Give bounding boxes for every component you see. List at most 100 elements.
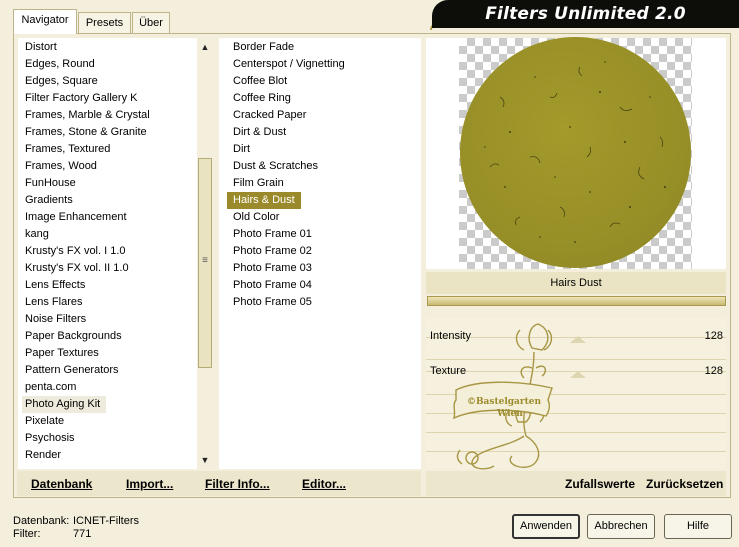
import-label: Import... (126, 477, 174, 491)
category-item[interactable]: Pattern Generators (18, 362, 197, 379)
category-item-label: Psychosis (25, 432, 75, 444)
filter-item-label: Coffee Ring (233, 92, 291, 104)
category-item-label: Image Enhancement (25, 211, 127, 223)
filter-item-label: Photo Frame 01 (233, 228, 312, 240)
tab-presets[interactable]: Presets (78, 12, 131, 33)
category-item[interactable]: FunHouse (18, 175, 197, 192)
category-item[interactable]: Frames, Textured (18, 141, 197, 158)
import-button[interactable]: Import... (126, 476, 173, 492)
filter-item[interactable]: Photo Frame 02 (227, 243, 421, 260)
filter-item[interactable]: Dust & Scratches (227, 158, 421, 175)
db-value: ICNET-Filters (73, 515, 139, 527)
filter-item[interactable]: Dirt & Dust (227, 124, 421, 141)
filter-item-label: Dust & Scratches (233, 160, 318, 172)
category-item-label: Filter Factory Gallery K (25, 92, 138, 104)
category-item[interactable]: Frames, Marble & Crystal (18, 107, 197, 124)
category-item[interactable]: Pixelate (18, 413, 197, 430)
db-label: Datenbank: (13, 515, 70, 527)
category-item[interactable]: Frames, Stone & Granite (18, 124, 197, 141)
filter-item[interactable]: Photo Frame 03 (227, 260, 421, 277)
filter-item[interactable]: Photo Frame 05 (227, 294, 421, 311)
filter-item-label: Photo Frame 02 (233, 245, 312, 257)
app-title: Filters Unlimited 2.0 (432, 0, 739, 28)
category-item-label: Pattern Generators (25, 364, 119, 376)
reset-button[interactable]: Zurücksetzen (646, 476, 723, 492)
category-item[interactable]: Psychosis (18, 430, 197, 447)
category-item[interactable]: Lens Flares (18, 294, 197, 311)
category-item-label: Frames, Wood (25, 160, 97, 172)
category-item[interactable]: Lens Effects (18, 277, 197, 294)
randomize-button[interactable]: Zufallswerte (565, 476, 635, 492)
filter-item[interactable]: Cracked Paper (227, 107, 421, 124)
category-item[interactable]: Krusty's FX vol. II 1.0 (18, 260, 197, 277)
category-item[interactable]: Edges, Round (18, 56, 197, 73)
category-item[interactable]: Distort (18, 39, 197, 56)
category-item[interactable]: kang (18, 226, 197, 243)
filter-info-label: Filter Info... (205, 477, 270, 491)
category-list[interactable]: Distort Edges, Round Edges, Square Filter F… (18, 38, 197, 469)
filter-item[interactable]: Photo Frame 04 (227, 277, 421, 294)
filter-item[interactable]: Coffee Blot (227, 73, 421, 90)
cancel-button[interactable]: Abbrechen (587, 514, 655, 539)
apply-button[interactable]: Anwenden (512, 514, 580, 539)
filter-item[interactable]: Dirt (227, 141, 421, 158)
watermark-line1: ©Bastelgarten (467, 397, 542, 407)
category-item-label: Paper Backgrounds (25, 330, 122, 342)
tab-navigator[interactable]: Navigator (13, 9, 77, 34)
watermark-logo: ©Bastelgarten Wien (452, 318, 572, 470)
filter-info-button[interactable]: Filter Info... (205, 476, 270, 492)
filter-item-label: Film Grain (233, 177, 284, 189)
filter-item[interactable]: Hairs & Dust (227, 192, 421, 209)
filter-item[interactable]: Coffee Ring (227, 90, 421, 107)
category-item[interactable]: Noise Filters (18, 311, 197, 328)
category-item-label: Edges, Square (25, 75, 98, 87)
category-item-label: Gradients (25, 194, 73, 206)
filter-item-label: Coffee Blot (233, 75, 288, 87)
category-item-label: Krusty's FX vol. II 1.0 (25, 262, 129, 274)
category-item[interactable]: Filter Factory Gallery K (18, 90, 197, 107)
filter-item-label: Photo Frame 03 (233, 262, 312, 274)
filter-item-label: Cracked Paper (233, 109, 307, 121)
category-item[interactable]: Photo Aging Kit (18, 396, 197, 413)
category-item-label: penta.com (25, 381, 77, 393)
category-item[interactable]: Image Enhancement (18, 209, 197, 226)
tab-uber[interactable]: Über (132, 12, 170, 33)
category-item-label: FunHouse (25, 177, 76, 189)
category-item[interactable]: Paper Backgrounds (18, 328, 197, 345)
filter-item-label: Photo Frame 04 (233, 279, 312, 291)
filter-item-label: Dirt & Dust (233, 126, 287, 138)
intensity-slider-thumb[interactable] (570, 336, 586, 343)
filter-list[interactable]: Border Fade Centerspot / Vignetting Coffee… (219, 38, 421, 469)
filter-item-label: Hairs & Dust (227, 192, 301, 209)
category-item-label: Frames, Textured (25, 143, 111, 155)
scroll-down-arrow[interactable]: ▼ (197, 453, 213, 467)
category-item-label: Render (25, 449, 62, 461)
watermark-line2: Wien (496, 409, 523, 419)
texture-value: 128 (704, 365, 723, 377)
editor-button[interactable]: Editor... (302, 476, 346, 492)
category-item[interactable]: Krusty's FX vol. I 1.0 (18, 243, 197, 260)
editor-label: Editor... (302, 477, 347, 491)
category-item-label: Lens Flares (25, 296, 83, 308)
category-item-label: kang (25, 228, 49, 240)
help-button[interactable]: Hilfe (664, 514, 732, 539)
category-item[interactable]: Frames, Wood (18, 158, 197, 175)
category-item[interactable]: Edges, Square (18, 73, 197, 90)
category-item-label: Paper Textures (25, 347, 99, 359)
category-item[interactable]: Gradients (18, 192, 197, 209)
category-item[interactable]: penta.com (18, 379, 197, 396)
category-item[interactable]: Paper Textures (18, 345, 197, 362)
filter-item[interactable]: Border Fade (227, 39, 421, 56)
filter-item[interactable]: Film Grain (227, 175, 421, 192)
category-item-label: Frames, Stone & Granite (25, 126, 147, 138)
filter-item[interactable]: Old Color (227, 209, 421, 226)
datenbank-button[interactable]: Datenbank (31, 476, 92, 492)
category-item[interactable]: Render (18, 447, 197, 464)
scroll-up-arrow[interactable]: ▲ (197, 40, 213, 54)
category-item-label: Noise Filters (25, 313, 87, 325)
filter-item-label: Old Color (233, 211, 280, 223)
texture-slider-thumb[interactable] (570, 371, 586, 378)
filter-item[interactable]: Photo Frame 01 (227, 226, 421, 243)
filter-item-label: Dirt (233, 143, 251, 155)
filter-item[interactable]: Centerspot / Vignetting (227, 56, 421, 73)
